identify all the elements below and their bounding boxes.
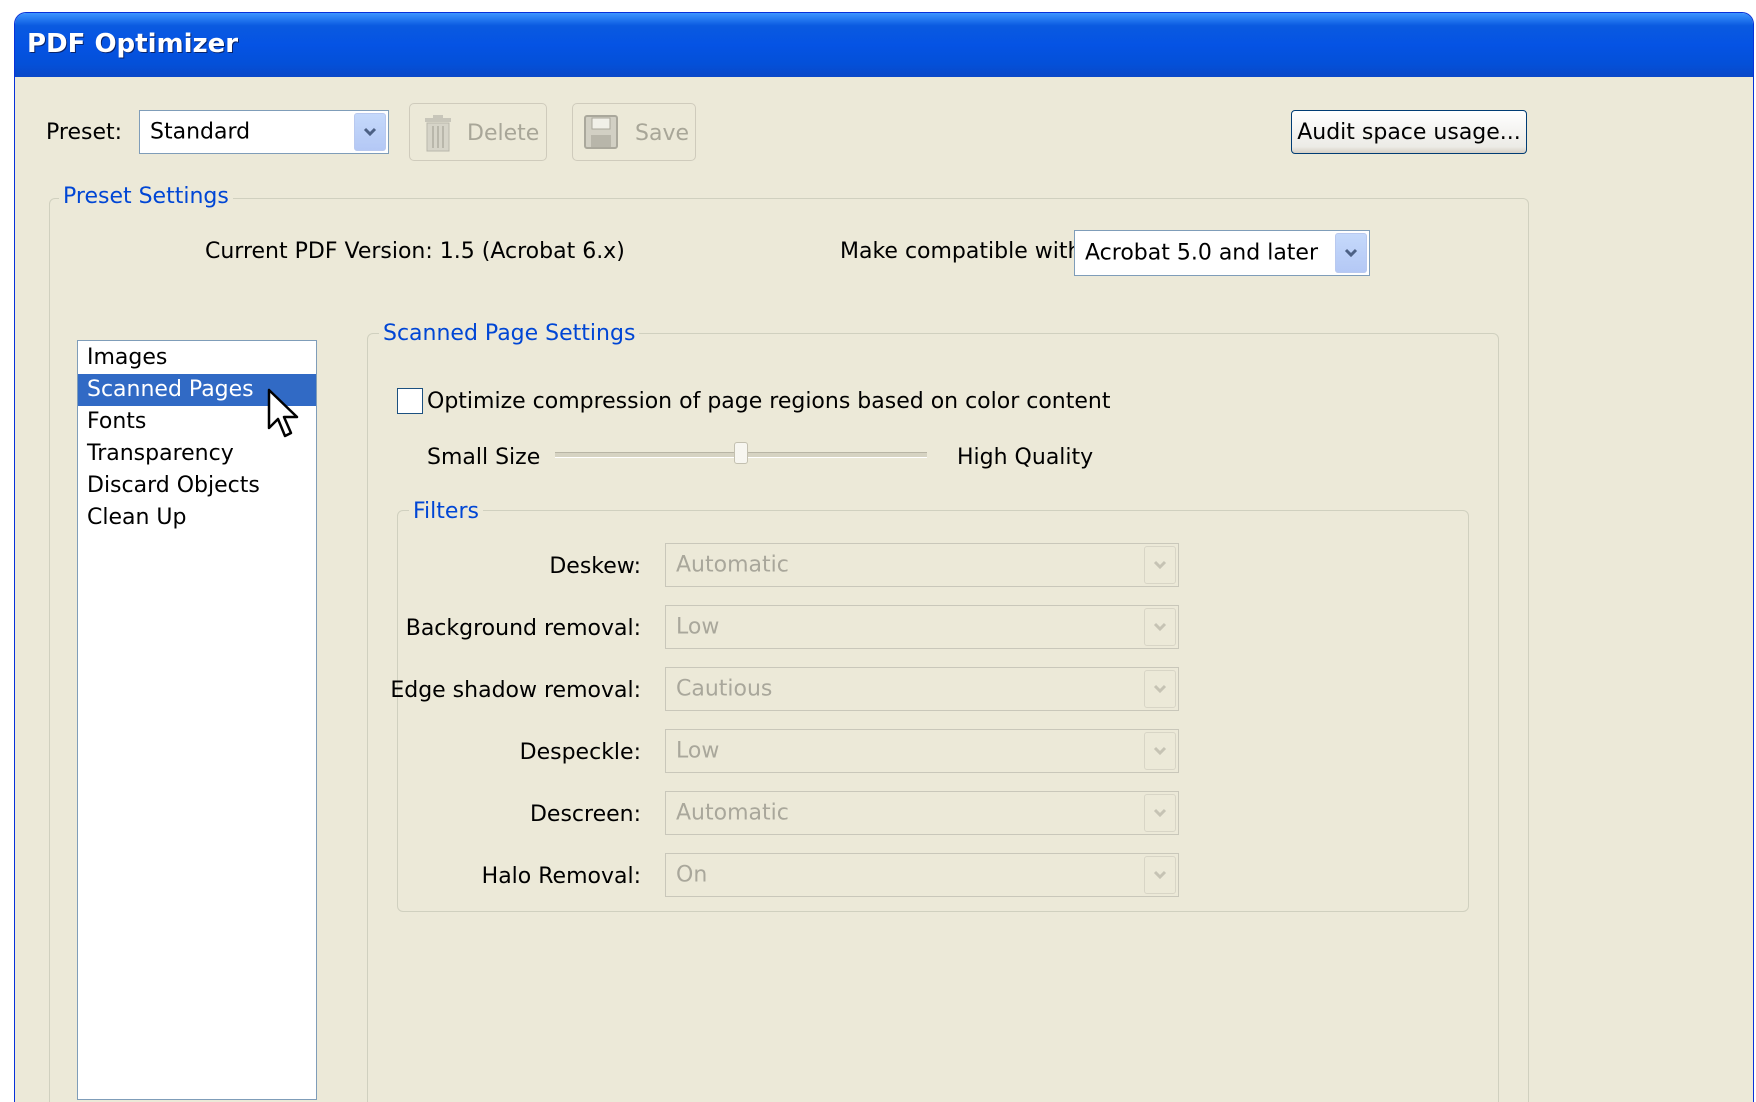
filter-row-background-removal: Background removal: Low	[395, 605, 1395, 651]
preset-select[interactable]: Standard	[139, 110, 389, 154]
chevron-down-icon[interactable]	[1144, 794, 1176, 832]
despeckle-value: Low	[676, 738, 720, 764]
background-removal-select[interactable]: Low	[665, 605, 1179, 649]
slider-min-label: Small Size	[427, 445, 541, 470]
background-removal-label: Background removal:	[405, 616, 641, 641]
floppy-disk-icon	[583, 114, 619, 156]
audit-label: Audit space usage...	[1297, 119, 1521, 145]
quality-slider[interactable]	[555, 442, 927, 464]
preset-label: Preset:	[46, 120, 123, 145]
window-title: PDF Optimizer	[27, 29, 239, 59]
current-pdf-version: Current PDF Version: 1.5 (Acrobat 6.x)	[205, 239, 625, 264]
chevron-down-icon[interactable]	[1144, 856, 1176, 894]
edge-shadow-removal-select[interactable]: Cautious	[665, 667, 1179, 711]
compatibility-value: Acrobat 5.0 and later	[1085, 240, 1319, 266]
deskew-value: Automatic	[676, 552, 789, 578]
category-item-clean-up[interactable]: Clean Up	[78, 502, 316, 534]
slider-thumb[interactable]	[734, 442, 748, 464]
mouse-pointer-icon	[267, 388, 303, 446]
scanned-page-settings-legend: Scanned Page Settings	[379, 321, 640, 346]
audit-space-usage-button[interactable]: Audit space usage...	[1291, 110, 1527, 154]
save-label: Save	[635, 121, 690, 146]
despeckle-select[interactable]: Low	[665, 729, 1179, 773]
preset-value: Standard	[150, 119, 251, 145]
optimize-compression-checkbox[interactable]	[397, 388, 423, 414]
filter-row-despeckle: Despeckle: Low	[395, 729, 1395, 775]
title-bar[interactable]: PDF Optimizer	[15, 13, 1753, 77]
preset-settings-legend: Preset Settings	[59, 184, 233, 209]
halo-removal-select[interactable]: On	[665, 853, 1179, 897]
chevron-down-icon[interactable]	[1144, 546, 1176, 584]
filter-row-edge-shadow-removal: Edge shadow removal: Cautious	[390, 667, 1395, 713]
background-removal-value: Low	[676, 614, 720, 640]
optimize-compression-label: Optimize compression of page regions bas…	[427, 389, 1111, 414]
compatibility-select[interactable]: Acrobat 5.0 and later	[1074, 230, 1370, 276]
descreen-select[interactable]: Automatic	[665, 791, 1179, 835]
category-item-discard-objects[interactable]: Discard Objects	[78, 470, 316, 502]
deskew-label: Deskew:	[549, 554, 641, 579]
edge-shadow-removal-value: Cautious	[676, 676, 773, 702]
chevron-down-icon[interactable]	[1335, 233, 1367, 273]
category-list[interactable]: Images Scanned Pages Fonts Transparency …	[77, 340, 317, 1100]
pdf-optimizer-dialog: PDF Optimizer Preset: Standard Delete Sa…	[14, 12, 1754, 1102]
delete-preset-button[interactable]: Delete	[409, 103, 547, 161]
filter-row-halo-removal: Halo Removal: On	[395, 853, 1395, 899]
trash-icon	[422, 114, 454, 158]
edge-shadow-removal-label: Edge shadow removal:	[390, 678, 641, 703]
delete-label: Delete	[467, 121, 540, 146]
descreen-value: Automatic	[676, 800, 789, 826]
save-preset-button[interactable]: Save	[572, 103, 696, 161]
deskew-select[interactable]: Automatic	[665, 543, 1179, 587]
chevron-down-icon[interactable]	[1144, 608, 1176, 646]
filter-row-deskew: Deskew: Automatic	[395, 543, 1395, 589]
chevron-down-icon[interactable]	[1144, 670, 1176, 708]
category-item-images[interactable]: Images	[78, 342, 316, 374]
chevron-down-icon[interactable]	[1144, 732, 1176, 770]
descreen-label: Descreen:	[529, 802, 641, 827]
slider-max-label: High Quality	[957, 445, 1094, 470]
despeckle-label: Despeckle:	[519, 740, 641, 765]
halo-removal-label: Halo Removal:	[481, 864, 641, 889]
chevron-down-icon[interactable]	[354, 113, 386, 151]
make-compatible-label: Make compatible with:	[840, 239, 1089, 264]
halo-removal-value: On	[676, 862, 708, 888]
filters-legend: Filters	[409, 499, 483, 524]
filter-row-descreen: Descreen: Automatic	[395, 791, 1395, 837]
